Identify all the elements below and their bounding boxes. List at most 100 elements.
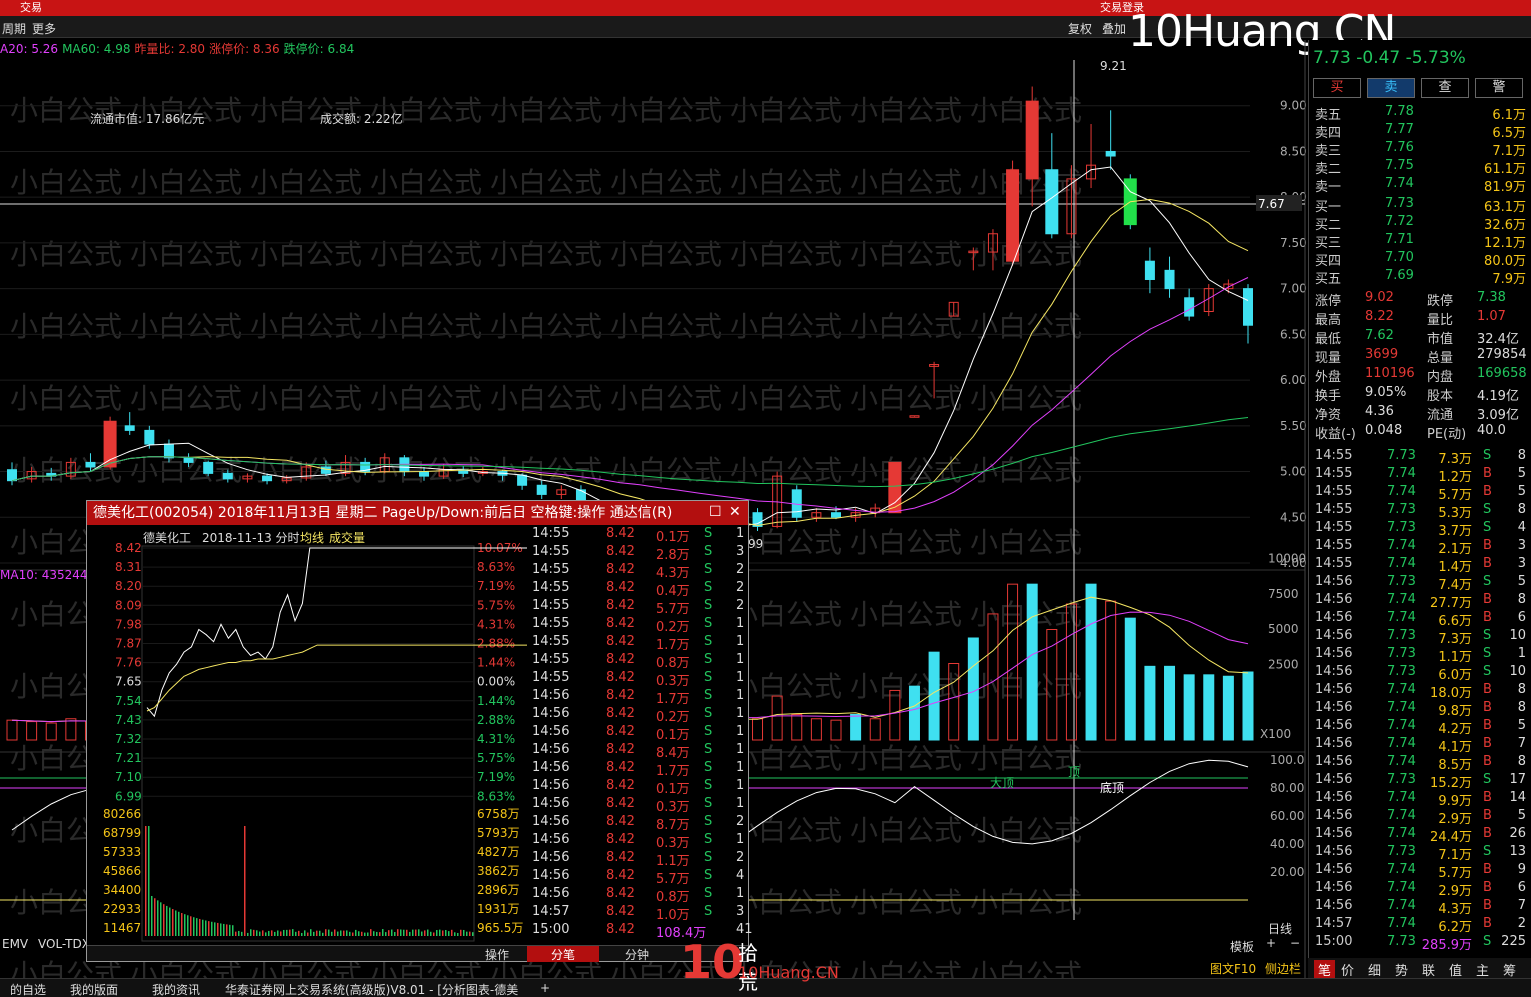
depth-row[interactable]: 买三 7.71 12.1万: [1309, 232, 1531, 250]
right-tab[interactable]: 主: [1476, 960, 1489, 979]
tab-ticks[interactable]: 分笔: [527, 946, 599, 962]
right-tab[interactable]: 值: [1449, 960, 1462, 979]
close-icon[interactable]: ✕: [729, 504, 741, 520]
stat-cell: 40.0: [1477, 423, 1506, 438]
f10-button[interactable]: 图文F10: [1210, 960, 1256, 977]
popup-volume-bar: [370, 929, 372, 936]
popup-volume-bar: [214, 922, 216, 936]
depth-row[interactable]: 卖五 7.78 6.1万: [1309, 104, 1531, 122]
depth-price: 7.73: [1385, 196, 1414, 211]
popup-tick-row: 14:56 8.42 0.1万 S 1: [528, 724, 748, 742]
tick-cell: S: [1483, 628, 1491, 643]
indicator-tab-vol[interactable]: VOL-TDX: [38, 937, 90, 951]
depth-row[interactable]: 买五 7.69 7.9万: [1309, 268, 1531, 286]
depth-row[interactable]: 卖四 7.77 6.5万: [1309, 122, 1531, 140]
popup-volume-bar: [208, 921, 210, 936]
plus-icon[interactable]: +: [1266, 936, 1276, 950]
stat-row: 收益(-) 0.048 PE(动) 40.0: [1309, 423, 1531, 442]
tick-cell: S: [1483, 520, 1491, 535]
popup-volume-bar: [175, 910, 177, 936]
taskbar-app[interactable]: 华泰证券网上交易系统(高级版)V8.01 - [分析图表-德美: [225, 981, 518, 997]
watermark-text: 小白公式: [850, 886, 962, 919]
popup-tick-cell: 14:55: [532, 598, 569, 613]
sidebar-button[interactable]: 侧边栏: [1265, 960, 1301, 977]
candle-body: [125, 426, 134, 431]
depth-row[interactable]: 买一 7.73 63.1万: [1309, 196, 1531, 214]
tick-cell: 14:55: [1315, 448, 1352, 463]
tab-operate[interactable]: 操作: [485, 946, 509, 963]
tick-row: 14:55 7.73 3.7万 S 4: [1309, 520, 1531, 538]
right-tab[interactable]: 细: [1368, 960, 1381, 979]
volume-bar: [1145, 666, 1155, 740]
popup-tick-cell: 8.42: [606, 580, 635, 595]
depth-row[interactable]: 卖二 7.75 61.1万: [1309, 158, 1531, 176]
tick-cell: 14:56: [1315, 700, 1352, 715]
buy-button[interactable]: 买: [1313, 78, 1361, 98]
period-button[interactable]: 周期: [2, 20, 26, 37]
overlay-button[interactable]: 叠加: [1102, 20, 1126, 37]
tick-cell: 10: [1509, 664, 1526, 679]
popup-volume-bar: [244, 826, 246, 936]
popup-volume-bar: [265, 932, 267, 936]
watermark-text: 小白公式: [370, 310, 482, 343]
right-tab[interactable]: 价: [1341, 960, 1354, 979]
sell-button[interactable]: 卖: [1367, 78, 1415, 98]
watermark-text: 小白公式: [490, 382, 602, 415]
depth-row[interactable]: 卖一 7.74 81.9万: [1309, 176, 1531, 194]
candle-body: [1165, 270, 1174, 288]
taskbar-news[interactable]: 我的资讯: [152, 981, 200, 997]
popup-tick-cell: 1: [736, 778, 744, 793]
query-button[interactable]: 查: [1421, 78, 1469, 98]
tick-cell: 1.1万: [1438, 646, 1472, 665]
indicator-tick: 60.00: [1270, 809, 1304, 823]
right-tab[interactable]: 势: [1395, 960, 1408, 979]
popup-stock-name: 德美化工: [143, 530, 191, 545]
popup-volume-bar: [157, 900, 159, 936]
tick-cell: 7.74: [1387, 466, 1416, 481]
tick-cell: 14:55: [1315, 466, 1352, 481]
tick-cell: 14:56: [1315, 880, 1352, 895]
popup-volume-bar: [217, 923, 219, 936]
popup-price-tick: 7.21: [115, 751, 142, 765]
fuquan-button[interactable]: 复权: [1068, 20, 1092, 37]
new-tab-icon[interactable]: +: [540, 981, 550, 995]
alert-button[interactable]: 警: [1475, 78, 1523, 98]
intraday-popup[interactable]: 德美化工(002054) 2018年11月13日 星期二 PageUp/Down…: [86, 500, 749, 962]
tick-cell: 7: [1518, 898, 1526, 913]
right-tab[interactable]: 笔: [1314, 960, 1335, 979]
popup-volume-bar: [421, 932, 423, 936]
popup-volume-bar: [409, 932, 411, 936]
depth-row[interactable]: 买四 7.70 80.0万: [1309, 250, 1531, 268]
popup-price-tick: 6.99: [115, 789, 142, 803]
tick-row: 14:56 7.74 27.7万 B 8: [1309, 592, 1531, 610]
popup-price-tick: 7.54: [115, 694, 142, 708]
template-button[interactable]: 模板: [1230, 938, 1254, 955]
tab-minute[interactable]: 分钟: [625, 946, 649, 963]
watermark-text: 小白公式: [130, 382, 242, 415]
volume-tick: 2500: [1268, 658, 1299, 672]
depth-row[interactable]: 买二 7.72 32.6万: [1309, 214, 1531, 232]
stat-cell: 3699: [1365, 347, 1398, 362]
popup-tick-cell: 8.42: [606, 742, 635, 757]
watermark-text: 小白公式: [250, 382, 362, 415]
depth-row[interactable]: 卖三 7.76 7.1万: [1309, 140, 1531, 158]
more-button[interactable]: 更多: [32, 20, 56, 37]
tick-cell: 6.0万: [1438, 664, 1472, 683]
popup-avg-label: 均线: [300, 531, 324, 545]
maximize-icon[interactable]: ☐: [709, 504, 722, 520]
popup-tick-cell: 14:55: [532, 544, 569, 559]
indicator-tab-emv[interactable]: EMV: [2, 937, 28, 951]
indicator-tick: 100.0: [1270, 753, 1304, 767]
right-tab[interactable]: 联: [1422, 960, 1435, 979]
tick-cell: 14:56: [1315, 862, 1352, 877]
tick-cell: B: [1483, 826, 1492, 841]
popup-tick-cell: 8.42: [606, 526, 635, 541]
popup-volume-bar: [241, 932, 243, 936]
taskbar-layout[interactable]: 我的版面: [70, 981, 118, 997]
minus-icon[interactable]: −: [1290, 936, 1300, 950]
right-tab[interactable]: 筹: [1503, 960, 1516, 979]
taskbar-watchlist[interactable]: 的自选: [10, 981, 46, 997]
popup-volume-bar: [346, 930, 348, 936]
popup-tick-row: 14:56 8.42 0.2万 S 1: [528, 706, 748, 724]
period-label[interactable]: 日线: [1268, 920, 1292, 937]
